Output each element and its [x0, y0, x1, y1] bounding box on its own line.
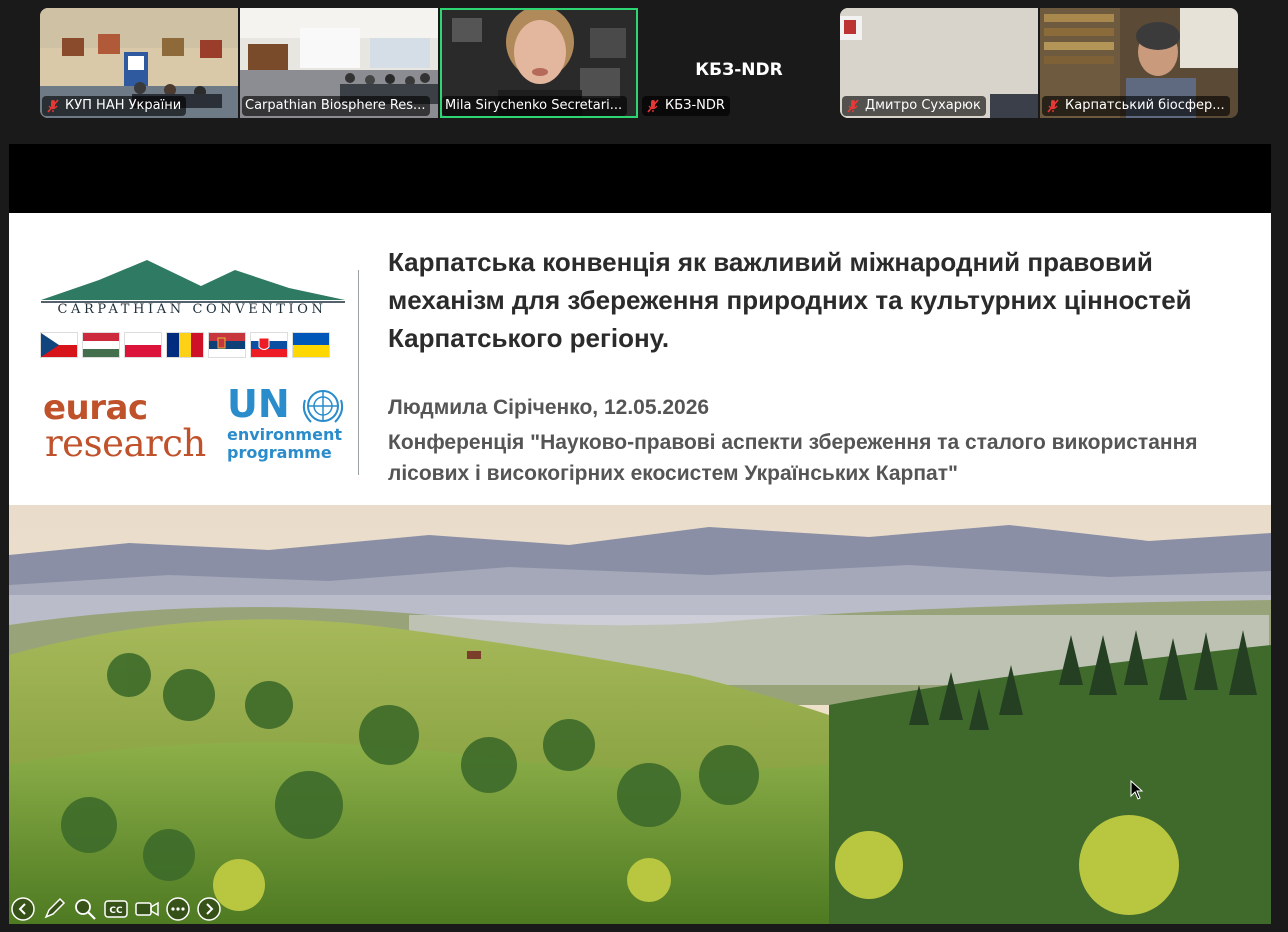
participant-name: КБЗ-NDR: [665, 98, 725, 113]
participant-tile-carpathian-biosphere[interactable]: Carpathian Biosphere Res...: [240, 8, 438, 118]
participant-tile-kup[interactable]: КУП НАН України: [40, 8, 238, 118]
participant-tile-dmytro[interactable]: Дмитро Сухарюк: [840, 8, 1038, 118]
participant-strip: КУП НАН України Carpathian Biosphere Res…: [0, 0, 1288, 132]
participant-tile-karpatskyi[interactable]: Карпатський біосфер...: [1040, 8, 1238, 118]
participant-name-tag: КБЗ-NDR: [642, 96, 730, 116]
slide-author-date: Людмила Сіріченко, 12.05.2026: [388, 396, 710, 419]
pen-icon[interactable]: [41, 896, 67, 922]
participant-name: Carpathian Biosphere Res...: [245, 98, 426, 113]
carpathian-convention-text: CARPATHIAN CONVENTION: [57, 302, 327, 317]
slide-logos: CARPATHIAN CONVENTION eurac research UN …: [39, 258, 349, 488]
un-logo-text: UN: [227, 382, 290, 426]
slovakia-flag-icon: [251, 333, 287, 357]
mic-muted-icon: [647, 99, 659, 113]
czech-flag-icon: [41, 333, 77, 357]
hungary-flag-icon: [83, 333, 119, 357]
slide-title: Карпатська конвенція як важливий міжнаро…: [388, 247, 1192, 353]
slide-conference: Конференція "Науково-правові аспекти збе…: [388, 431, 1198, 485]
unep-emblem-icon: [302, 390, 344, 423]
mic-muted-icon: [847, 99, 859, 113]
participant-name: Дмитро Сухарюк: [865, 98, 981, 113]
participant-name-tag: Mila Sirychenko Secretari...: [442, 96, 628, 116]
mic-muted-icon: [47, 99, 59, 113]
prev-slide-icon[interactable]: [10, 896, 36, 922]
presentation-toolbar: CC: [10, 896, 222, 922]
eurac-logo-line2: research: [45, 422, 206, 465]
logo-divider: [358, 270, 359, 475]
participant-display-name: КБЗ-NDR: [695, 60, 783, 80]
carpathian-convention-logo: [41, 260, 345, 303]
participant-name: Mila Sirychenko Secretari...: [445, 98, 623, 113]
carpathian-landscape-photo: [9, 505, 1271, 924]
participant-name-tag: КУП НАН України: [42, 96, 187, 116]
shared-screen: CARPATHIAN CONVENTION eurac research UN …: [9, 144, 1271, 924]
unep-logo-line1: environment: [227, 425, 342, 444]
romania-flag-icon: [167, 333, 203, 357]
country-flags: [41, 333, 329, 357]
serbia-flag-icon: [209, 333, 245, 357]
presentation-slide: CARPATHIAN CONVENTION eurac research UN …: [9, 213, 1271, 924]
poland-flag-icon: [125, 333, 161, 357]
ukraine-flag-icon: [293, 333, 329, 357]
zoom-icon[interactable]: [72, 896, 98, 922]
mic-muted-icon: [1047, 99, 1059, 113]
participant-name-tag: Carpathian Biosphere Res...: [242, 96, 431, 116]
camera-icon[interactable]: [134, 896, 160, 922]
more-icon[interactable]: [165, 896, 191, 922]
participant-name-tag: Дмитро Сухарюк: [842, 96, 986, 116]
next-slide-icon[interactable]: [196, 896, 222, 922]
captions-icon[interactable]: CC: [103, 896, 129, 922]
participant-tile-active-speaker[interactable]: Mila Sirychenko Secretari...: [440, 8, 638, 118]
participant-tile-kbz-ndr[interactable]: КБЗ-NDR КБЗ-NDR: [640, 8, 838, 118]
mouse-cursor-icon: [1130, 780, 1144, 800]
participant-name: КУП НАН України: [65, 98, 182, 113]
unep-logo-line2: programme: [227, 443, 332, 462]
participant-name: Карпатський біосфер...: [1065, 98, 1225, 113]
participant-name-tag: Карпатський біосфер...: [1042, 96, 1230, 116]
svg-text:CC: CC: [109, 906, 123, 916]
